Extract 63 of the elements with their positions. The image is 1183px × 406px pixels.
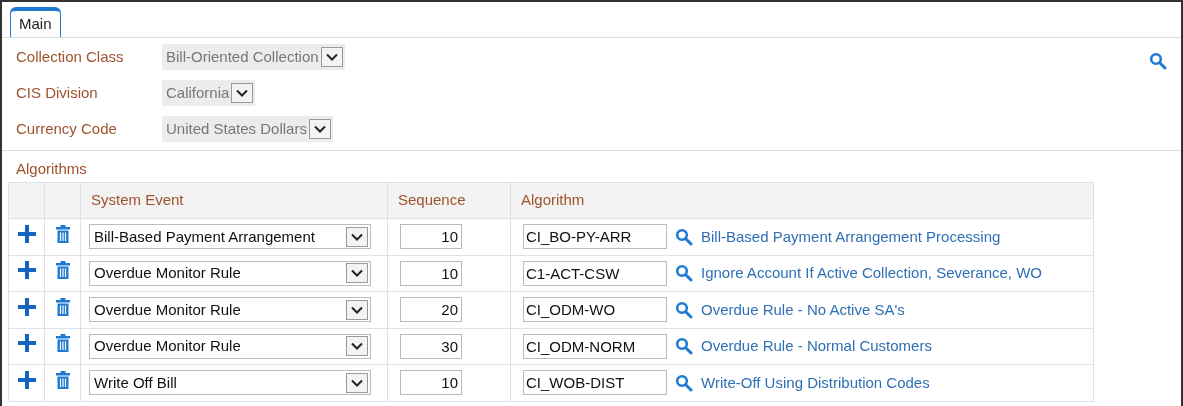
algorithm-link[interactable]: Overdue Rule - Normal Customers — [701, 335, 932, 358]
dropdown-field[interactable]: Overdue Monitor Rule — [89, 260, 371, 286]
search-icon[interactable] — [675, 373, 693, 392]
dropdown-field[interactable]: Bill-Oriented Collection — [162, 44, 345, 70]
chevron-down-icon — [351, 342, 363, 351]
search-icon[interactable] — [675, 227, 693, 246]
dropdown-field[interactable]: Overdue Monitor Rule — [89, 333, 371, 359]
trash-icon[interactable] — [55, 297, 70, 316]
chevron-down-icon — [236, 89, 249, 97]
search-icon[interactable] — [675, 264, 693, 283]
dropdown-field[interactable]: United States Dollars — [162, 116, 333, 142]
search-icon[interactable] — [1149, 52, 1167, 70]
algorithm-field[interactable]: CI_WOB-DIST — [523, 370, 667, 396]
algorithm-link[interactable]: Overdue Rule - No Active SA's — [701, 298, 905, 321]
dropdown-button[interactable] — [346, 372, 368, 393]
dropdown-field[interactable]: Write Off Bill — [89, 370, 371, 396]
chevron-down-icon — [351, 232, 363, 241]
dropdown-field[interactable]: California — [162, 80, 256, 106]
algorithm-link[interactable]: Bill-Based Payment Arrangement Processing — [701, 225, 1001, 248]
dropdown-button[interactable] — [308, 119, 331, 139]
column-header: Algorithm — [510, 182, 1094, 219]
sequence-field[interactable]: 10 — [400, 370, 462, 396]
column-header: System Event — [80, 182, 388, 219]
add-icon[interactable] — [17, 224, 36, 243]
chevron-down-icon — [351, 305, 363, 314]
dropdown-button[interactable] — [346, 299, 368, 320]
search-icon[interactable] — [675, 337, 693, 356]
field-label: CIS Division — [16, 82, 99, 103]
dropdown-button[interactable] — [231, 83, 254, 103]
trash-icon[interactable] — [55, 370, 70, 389]
algorithm-link[interactable]: Ignore Account If Active Collection, Severance, WO — [701, 262, 1042, 285]
algorithm-field[interactable]: CI_ODM-WO — [523, 297, 667, 323]
dropdown-button[interactable] — [346, 336, 368, 357]
dropdown-field[interactable]: Overdue Monitor Rule — [89, 297, 371, 323]
chevron-down-icon — [313, 125, 326, 133]
add-icon[interactable] — [17, 261, 36, 279]
dropdown-button[interactable] — [346, 226, 368, 247]
algorithm-field[interactable]: CI_BO-PY-ARR — [523, 224, 667, 250]
column-header: Sequence — [387, 182, 511, 219]
sequence-field[interactable]: 20 — [400, 297, 462, 323]
chevron-down-icon — [351, 269, 363, 278]
chevron-down-icon — [325, 53, 338, 61]
dropdown-button[interactable] — [346, 263, 368, 284]
sequence-field[interactable]: 10 — [400, 260, 462, 286]
dropdown-button[interactable] — [320, 47, 343, 67]
add-icon[interactable] — [17, 297, 36, 316]
trash-icon[interactable] — [55, 261, 70, 279]
sequence-field[interactable]: 10 — [400, 224, 462, 250]
algorithm-link[interactable]: Write-Off Using Distribution Codes — [701, 371, 930, 394]
algorithm-field[interactable]: C1-ACT-CSW — [523, 260, 667, 286]
trash-icon[interactable] — [55, 334, 70, 352]
field-label: Currency Code — [16, 118, 118, 139]
section-title: Algorithms — [16, 160, 87, 177]
field-label: Collection Class — [16, 46, 125, 67]
dropdown-field[interactable]: Bill-Based Payment Arrangement — [89, 224, 371, 250]
algorithm-field[interactable]: CI_ODM-NORM — [523, 333, 667, 359]
sequence-field[interactable]: 30 — [400, 333, 462, 359]
tab[interactable]: Main — [10, 7, 61, 37]
chevron-down-icon — [351, 378, 363, 387]
search-icon[interactable] — [675, 300, 693, 319]
add-icon[interactable] — [17, 334, 36, 352]
add-icon[interactable] — [17, 370, 36, 389]
trash-icon[interactable] — [55, 224, 70, 243]
